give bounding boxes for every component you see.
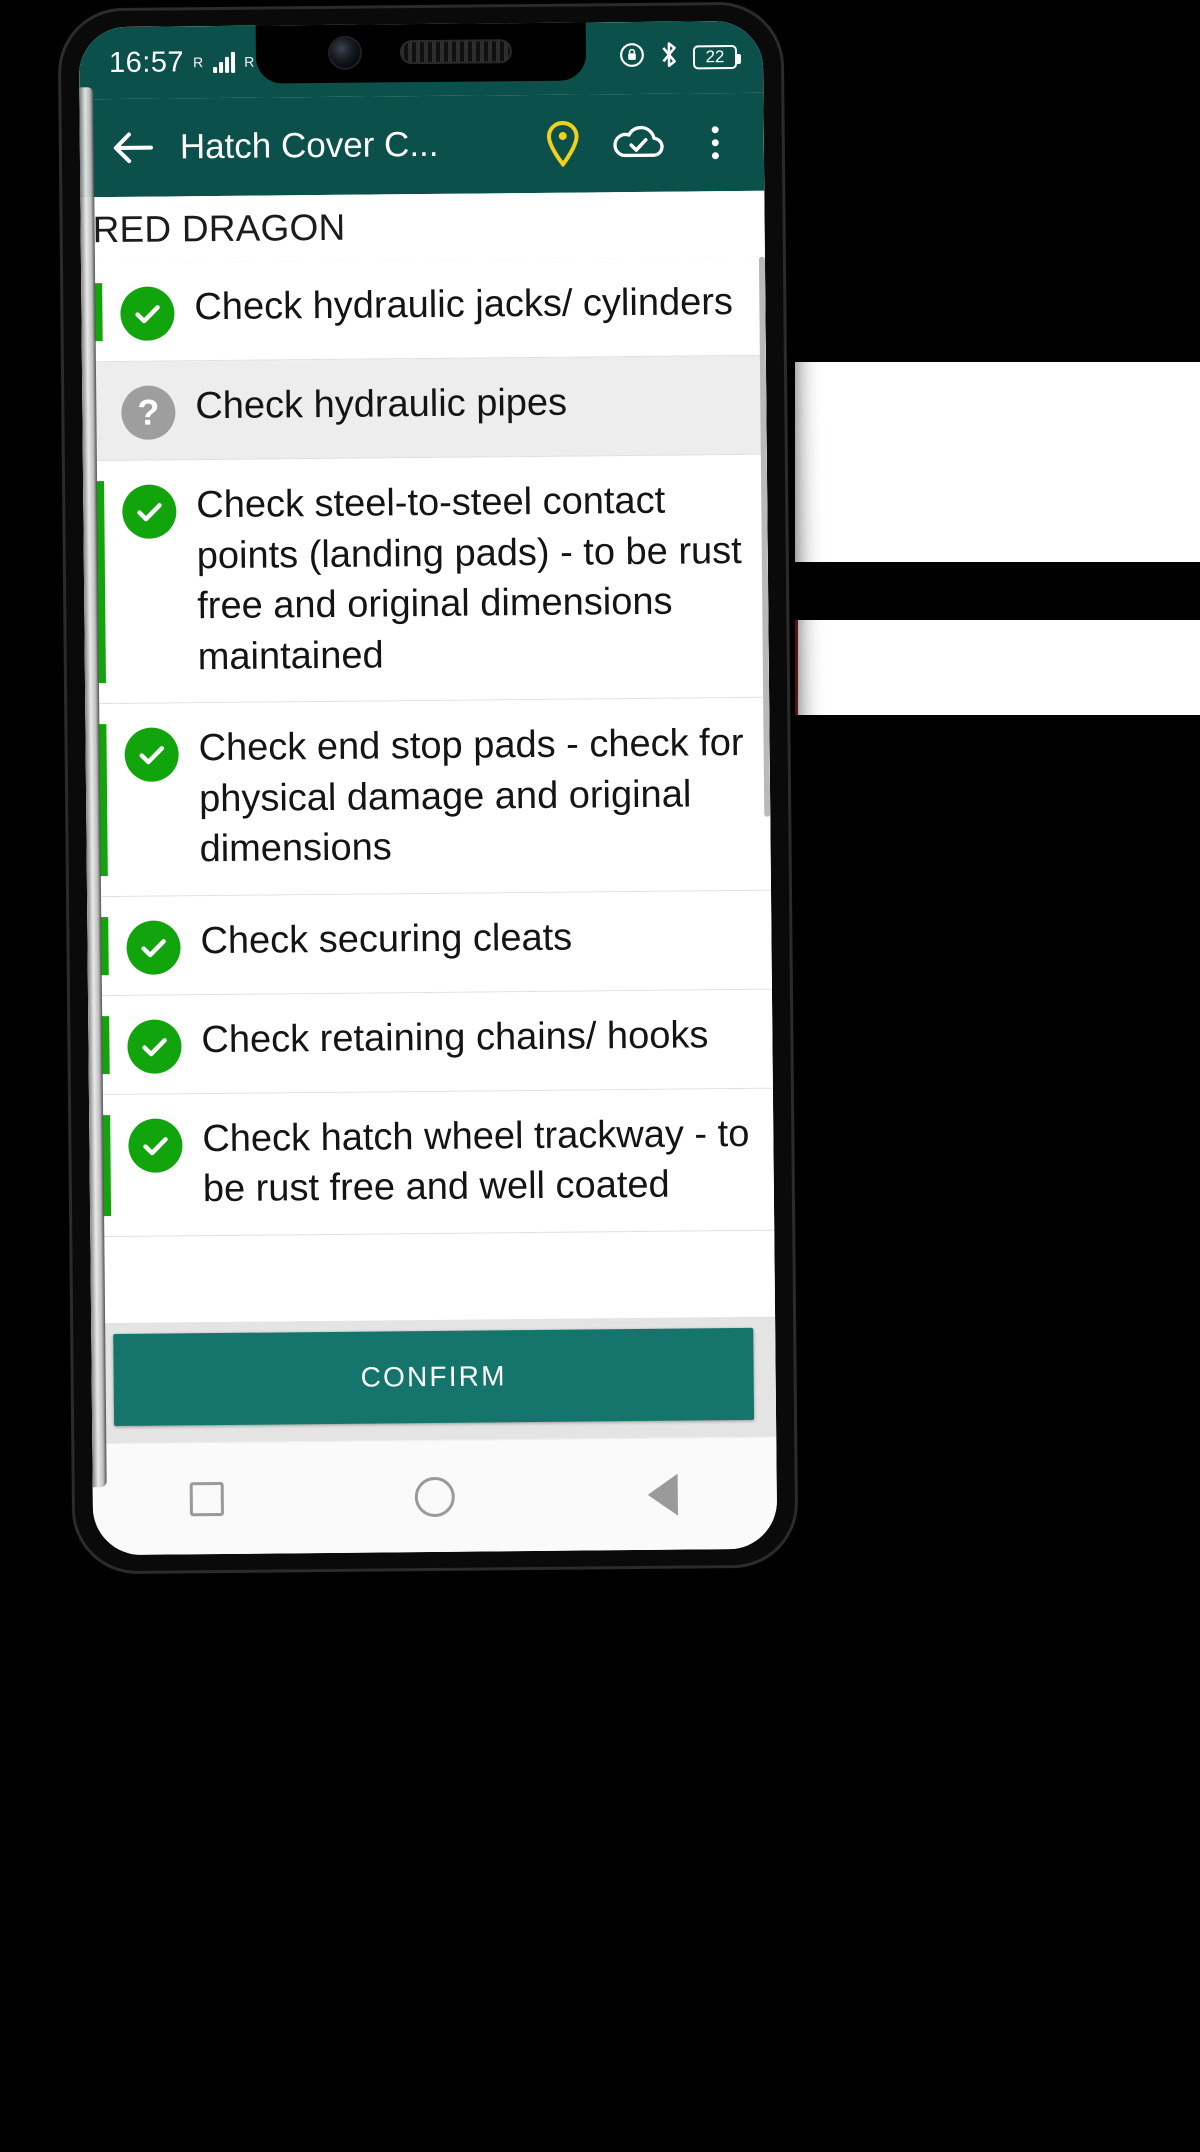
background-panel-upper xyxy=(795,362,1200,562)
checklist-row[interactable]: Check end stop pads - check for physical… xyxy=(97,697,771,897)
checklist-row[interactable]: Check hydraulic jacks/ cylinders xyxy=(92,256,766,363)
circle-home-icon[interactable] xyxy=(389,1461,480,1532)
confirm-button[interactable]: CONFIRM xyxy=(113,1327,755,1427)
checklist-item-label: Check retaining chains/ hooks xyxy=(201,1014,709,1061)
checklist-item-label: Check hydraulic pipes xyxy=(195,381,568,428)
checklist-item-label: Check hatch wheel trackway - to be rust … xyxy=(202,1112,750,1211)
bluetooth-icon xyxy=(658,40,680,75)
sim1-signal-icon xyxy=(213,51,236,74)
question-glyph: ? xyxy=(137,391,160,433)
phone-screen-bezel: 16:57 R R 22 Hatch Cover C... RED DRAGON… xyxy=(78,20,778,1556)
app-screen: 16:57 R R 22 Hatch Cover C... RED DRAGON… xyxy=(78,20,778,1556)
checklist-row[interactable]: Check retaining chains/ hooks xyxy=(99,989,773,1095)
checklist-item-label: Check steel-to-steel contact points (lan… xyxy=(196,479,742,678)
cloud-done-icon[interactable] xyxy=(612,116,667,171)
system-navigation-bar xyxy=(92,1436,778,1556)
checklist-scroll-container[interactable]: Check hydraulic jacks/ cylinders ? Check… xyxy=(80,256,776,1324)
checklist: Check hydraulic jacks/ cylinders ? Check… xyxy=(92,256,776,1324)
checklist-row[interactable]: Check steel-to-steel contact points (lan… xyxy=(94,454,770,705)
checklist-item-label: Check securing cleats xyxy=(200,916,573,962)
check-circle-icon[interactable] xyxy=(124,727,179,783)
screen-lock-rotation-icon xyxy=(619,41,645,74)
location-pin-icon[interactable] xyxy=(536,116,591,171)
checklist-item-label: Check hydraulic jacks/ cylinders xyxy=(194,281,734,329)
phone-device-frame: 16:57 R R 22 Hatch Cover C... RED DRAGON… xyxy=(60,4,796,1572)
battery-icon: 22 xyxy=(692,45,738,70)
front-camera xyxy=(329,37,361,68)
checklist-row[interactable]: Check hatch wheel trackway - to be rust … xyxy=(100,1088,775,1237)
status-bar: 16:57 R R 22 xyxy=(78,20,764,100)
check-circle-icon[interactable] xyxy=(126,920,181,975)
checklist-row[interactable]: ? Check hydraulic pipes xyxy=(93,355,767,462)
question-circle-icon[interactable]: ? xyxy=(121,385,176,440)
checklist-row[interactable]: Check securing cleats xyxy=(99,890,772,996)
check-circle-icon[interactable] xyxy=(122,484,177,539)
sim2-roaming-label: R xyxy=(244,53,255,70)
back-arrow-icon[interactable] xyxy=(106,120,163,177)
check-circle-icon[interactable] xyxy=(128,1118,183,1173)
background-panel-divider xyxy=(855,562,1200,620)
square-recents-icon[interactable] xyxy=(161,1463,252,1534)
confirm-button-area: CONFIRM xyxy=(91,1316,777,1444)
check-circle-icon[interactable] xyxy=(127,1019,182,1074)
triangle-back-icon[interactable] xyxy=(617,1459,708,1530)
display-notch xyxy=(255,20,587,84)
vessel-name-header: RED DRAGON xyxy=(80,190,765,264)
status-bar-right: 22 xyxy=(619,40,738,76)
status-clock: 16:57 xyxy=(108,45,185,79)
app-bar-actions xyxy=(536,115,743,171)
page-title: Hatch Cover C... xyxy=(179,124,439,167)
checklist-item-label: Check end stop pads - check for physical… xyxy=(198,722,744,871)
battery-level-label: 22 xyxy=(705,47,725,67)
sim1-roaming-label: R xyxy=(193,54,204,71)
check-circle-icon[interactable] xyxy=(120,286,175,341)
background-panel-lower xyxy=(795,620,1200,715)
more-vertical-icon[interactable] xyxy=(688,115,743,170)
app-bar: Hatch Cover C... xyxy=(79,92,765,198)
earpiece-speaker xyxy=(399,39,513,65)
